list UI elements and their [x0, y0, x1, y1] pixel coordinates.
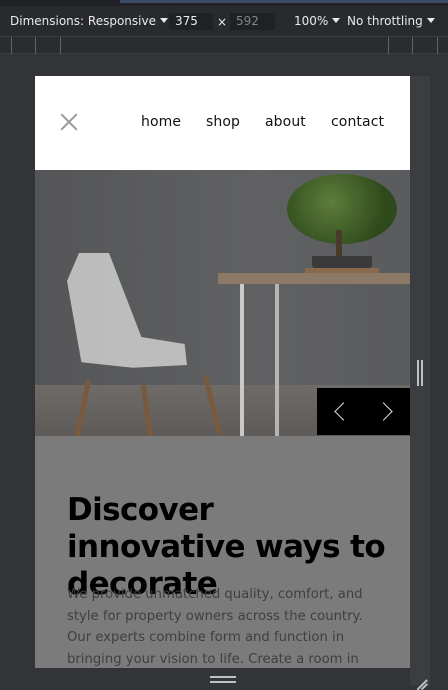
nav-link-about[interactable]: about — [265, 114, 306, 130]
device-viewport: home shop about contact Discover innovat… — [35, 76, 410, 668]
dimensions-dropdown[interactable]: Dimensions: Responsive — [10, 14, 168, 28]
dining-table — [218, 273, 410, 284]
close-icon[interactable] — [61, 114, 77, 130]
nav-link-home[interactable]: home — [141, 114, 181, 130]
device-toolbar: Dimensions: Responsive 375 × 592 100% No… — [0, 6, 448, 36]
zoom-dropdown[interactable]: 100% — [294, 14, 341, 28]
height-input[interactable]: 592 — [230, 13, 275, 30]
resize-grip-bottom[interactable] — [210, 676, 236, 684]
zoom-label: 100% — [294, 14, 329, 28]
chevron-right-icon[interactable] — [375, 400, 397, 422]
throttling-dropdown[interactable]: No throttling — [347, 14, 435, 28]
bonsai-tree — [287, 174, 397, 244]
site-navbar: home shop about contact — [35, 76, 410, 170]
resize-grip-corner[interactable] — [413, 673, 428, 690]
chevron-down-icon — [159, 18, 168, 23]
hero-paragraph: We provide unmatched quality, comfort, a… — [67, 587, 363, 667]
width-input[interactable]: 375 — [169, 13, 213, 30]
chevron-down-icon — [332, 18, 341, 23]
nav-link-contact[interactable]: contact — [331, 114, 384, 130]
dimensions-label: Dimensions: Responsive — [10, 14, 156, 28]
throttling-label: No throttling — [347, 14, 423, 28]
chevron-down-icon — [426, 18, 435, 23]
hero-content: Discover innovative ways to decorate We … — [35, 436, 410, 668]
media-query-ruler — [0, 36, 448, 54]
hero-slider-controls — [317, 388, 410, 435]
times-symbol: × — [217, 15, 228, 29]
chevron-left-icon[interactable] — [329, 400, 351, 422]
resize-grip-right[interactable] — [417, 360, 423, 386]
nav-link-shop[interactable]: shop — [206, 114, 240, 130]
